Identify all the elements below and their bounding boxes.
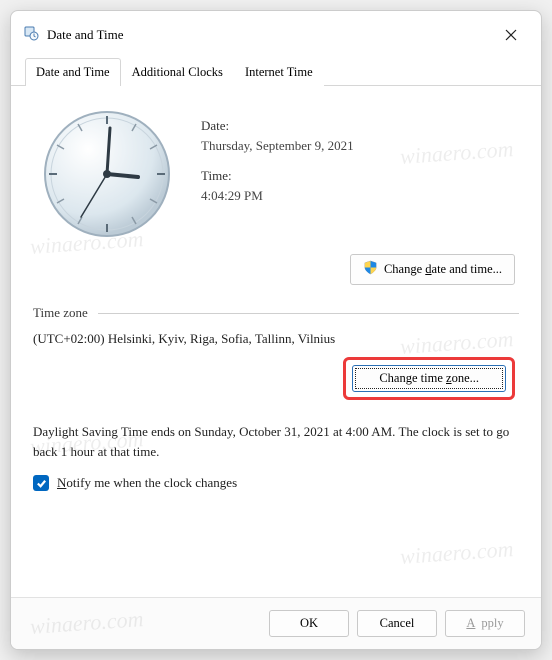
apply-button[interactable]: Apply [445, 610, 525, 637]
dialog-footer: OK Cancel Apply [11, 597, 541, 649]
timezone-header-label: Time zone [33, 305, 88, 321]
timezone-group-header: Time zone [33, 305, 519, 321]
notify-checkbox-row[interactable]: Notify me when the clock changes [33, 475, 519, 491]
datetime-info: Date: Thursday, September 9, 2021 Time: … [201, 100, 354, 248]
titlebar: Date and Time [11, 11, 541, 57]
time-label: Time: [201, 168, 354, 184]
change-timezone-button[interactable]: Change time zone... [352, 365, 506, 392]
notify-checkbox-label: Notify me when the clock changes [57, 475, 237, 491]
date-value: Thursday, September 9, 2021 [201, 138, 354, 154]
dst-info-text: Daylight Saving Time ends on Sunday, Oct… [33, 422, 519, 461]
shield-icon [363, 260, 378, 279]
change-timezone-label: Change time zone... [379, 371, 479, 386]
tab-content: Date: Thursday, September 9, 2021 Time: … [11, 86, 541, 597]
close-button[interactable] [493, 21, 529, 49]
analog-clock [33, 100, 181, 248]
change-date-time-button[interactable]: Change date and time... [350, 254, 515, 285]
date-label: Date: [201, 118, 354, 134]
ok-button[interactable]: OK [269, 610, 349, 637]
tab-strip: Date and Time Additional Clocks Internet… [11, 57, 541, 86]
date-time-window: Date and Time Date and Time Additional C… [10, 10, 542, 650]
tab-internet-time[interactable]: Internet Time [234, 58, 324, 86]
tab-additional-clocks[interactable]: Additional Clocks [121, 58, 234, 86]
cancel-button[interactable]: Cancel [357, 610, 437, 637]
change-date-time-label: Change date and time... [384, 262, 502, 277]
notify-checkbox[interactable] [33, 475, 49, 491]
tab-date-time[interactable]: Date and Time [25, 58, 121, 86]
window-icon [23, 25, 39, 46]
highlight-annotation: Change time zone... [343, 357, 515, 400]
window-title: Date and Time [47, 27, 485, 43]
time-value: 4:04:29 PM [201, 188, 354, 204]
timezone-value: (UTC+02:00) Helsinki, Kyiv, Riga, Sofia,… [33, 331, 519, 347]
